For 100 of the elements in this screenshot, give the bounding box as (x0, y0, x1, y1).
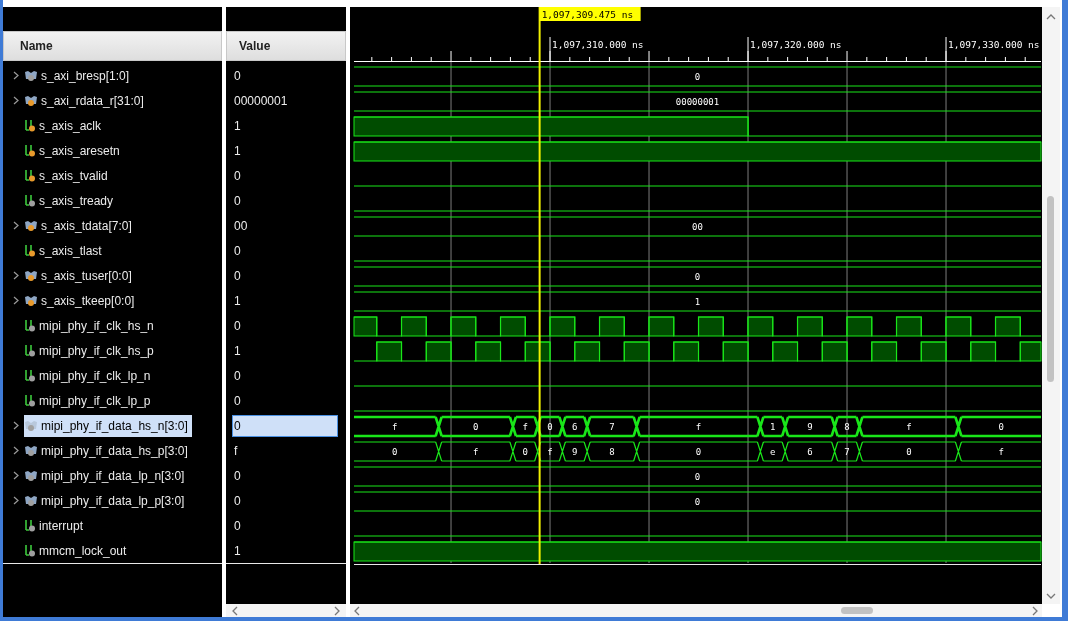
bit-signal-icon (24, 244, 36, 257)
bus-value: 6 (572, 422, 578, 432)
expand-chevron-icon[interactable] (13, 421, 19, 430)
bus-value: 00000001 (675, 97, 720, 107)
signal-value: 0 (233, 317, 242, 335)
bus-signal-icon (24, 419, 38, 432)
bit-signal-icon (24, 344, 36, 357)
bus-signal-icon (24, 269, 38, 282)
bit-signal-icon (24, 544, 36, 557)
bus-value: 6 (807, 447, 813, 457)
signal-name[interactable]: mmcm_lock_out (39, 543, 127, 558)
expand-chevron-icon[interactable] (13, 296, 19, 305)
signal-name[interactable]: mipi_phy_if_data_lp_n[3:0] (41, 468, 185, 483)
signal-value: 0 (233, 467, 242, 485)
signal-name[interactable]: mipi_phy_if_data_lp_p[3:0] (41, 493, 185, 508)
scrollbar-thumb[interactable] (841, 607, 873, 614)
bus-value: f (522, 422, 528, 432)
signal-value: 1 (233, 542, 242, 560)
signal-value: 0 (233, 67, 242, 85)
bus-value: f (906, 422, 912, 432)
scroll-right-icon[interactable] (1031, 605, 1038, 616)
ruler-label: 1,097,330.000 ns (948, 39, 1040, 50)
bus-signal-icon (24, 219, 38, 232)
signal-name[interactable]: s_axis_aclk (39, 118, 102, 133)
signal-name[interactable]: s_axi_rdata_r[31:0] (41, 93, 144, 108)
name-column-header[interactable]: Name (3, 31, 222, 61)
bus-value: 0 (694, 272, 701, 282)
expand-chevron-icon[interactable] (13, 271, 19, 280)
signal-name[interactable]: s_axis_tready (39, 193, 114, 208)
bus-signal-icon (24, 94, 38, 107)
bit-signal-icon (24, 519, 36, 532)
signal-value: 0 (233, 192, 242, 210)
signal-name[interactable]: mipi_phy_if_clk_lp_n (39, 368, 151, 383)
bus-value: 7 (844, 447, 850, 457)
signal-value: 1 (233, 342, 242, 360)
bus-value: 0 (906, 447, 912, 457)
scrollbar-thumb[interactable] (1047, 196, 1054, 382)
expand-chevron-icon[interactable] (13, 221, 19, 230)
signal-value: 0 (233, 517, 242, 535)
signal-name[interactable]: s_axis_aresetn (39, 143, 120, 158)
bus-value: f (998, 447, 1004, 457)
scroll-up-icon[interactable] (1046, 13, 1056, 20)
signal-name[interactable]: mipi_phy_if_clk_lp_p (39, 393, 151, 408)
signal-name[interactable]: s_axis_tdata[7:0] (41, 218, 132, 233)
bit-signal-icon (24, 369, 36, 382)
bus-value: f (473, 447, 479, 457)
bus-value: 0 (392, 447, 398, 457)
ruler-label: 1,097,320.000 ns (750, 39, 842, 50)
bus-value: 0 (694, 472, 701, 482)
signal-name[interactable]: s_axis_tlast (39, 243, 102, 258)
bit-signal-icon (24, 119, 36, 132)
signal-value: 00 (233, 217, 249, 235)
bit-signal-icon (24, 194, 36, 207)
signal-value: 1 (233, 142, 242, 160)
signal-name[interactable]: interrupt (39, 518, 84, 533)
bus-signal-icon (24, 469, 38, 482)
bus-signal-icon (24, 444, 38, 457)
signal-value: 1 (233, 117, 242, 135)
signal-value: 0 (232, 414, 338, 437)
bus-value: 9 (572, 447, 578, 457)
bit-signal-icon (24, 144, 36, 157)
bus-value: 0 (694, 497, 701, 507)
signal-name[interactable]: s_axis_tvalid (39, 168, 108, 183)
bit-signal-icon (24, 319, 36, 332)
bus-value: 0 (695, 447, 702, 457)
scroll-left-icon[interactable] (354, 605, 361, 616)
expand-chevron-icon[interactable] (13, 496, 19, 505)
signal-name[interactable]: s_axi_bresp[1:0] (41, 68, 130, 83)
bus-value: 1 (770, 422, 776, 432)
scroll-right-icon[interactable] (333, 605, 340, 616)
ruler-label: 1,097,310.000 ns (552, 39, 644, 50)
bus-value: f (695, 422, 702, 432)
signal-name[interactable]: mipi_phy_if_clk_hs_n (39, 318, 154, 333)
value-column-header[interactable]: Value (226, 31, 346, 61)
signal-value: 0 (233, 242, 242, 260)
bus-value: e (770, 447, 776, 457)
bus-value: 8 (844, 422, 850, 432)
bus-signal-icon (24, 69, 38, 82)
expand-chevron-icon[interactable] (13, 471, 19, 480)
expand-chevron-icon[interactable] (13, 71, 19, 80)
scroll-left-icon[interactable] (232, 605, 239, 616)
bus-value: 0 (547, 422, 553, 432)
scroll-down-icon[interactable] (1046, 593, 1056, 600)
expand-chevron-icon[interactable] (13, 96, 19, 105)
bus-value: 0 (998, 422, 1004, 432)
cursor-line[interactable] (538, 7, 541, 564)
signal-name[interactable]: s_axis_tuser[0:0] (41, 268, 132, 283)
signal-name[interactable]: mipi_phy_if_clk_hs_p (39, 343, 154, 358)
bus-value: f (392, 422, 398, 432)
signal-name[interactable]: mipi_phy_if_data_hs_p[3:0] (41, 443, 188, 458)
expand-chevron-icon[interactable] (13, 446, 19, 455)
bus-value: 0 (473, 422, 479, 432)
bus-signal-icon (24, 294, 38, 307)
signal-value: 0 (233, 167, 242, 185)
signal-value: 1 (233, 292, 242, 310)
bit-signal-icon (24, 394, 36, 407)
signal-name[interactable]: s_axis_tkeep[0:0] (41, 293, 135, 308)
bus-value: 00 (692, 222, 703, 232)
signal-value: 0 (233, 267, 242, 285)
bus-value: f (547, 447, 553, 457)
